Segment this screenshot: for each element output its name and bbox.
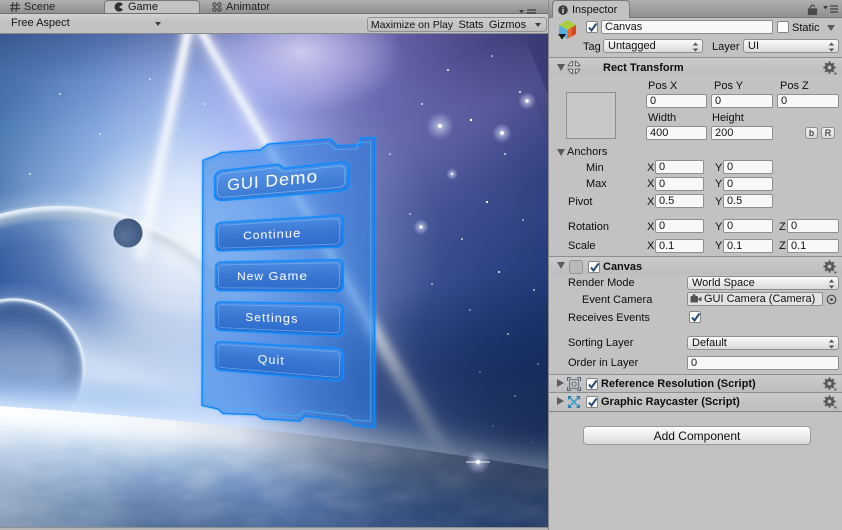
svg-text:Continue: Continue: [243, 227, 301, 243]
svg-text:Settings: Settings: [245, 312, 298, 327]
svg-text:Quit: Quit: [258, 353, 285, 368]
svg-text:New Game: New Game: [237, 270, 308, 283]
